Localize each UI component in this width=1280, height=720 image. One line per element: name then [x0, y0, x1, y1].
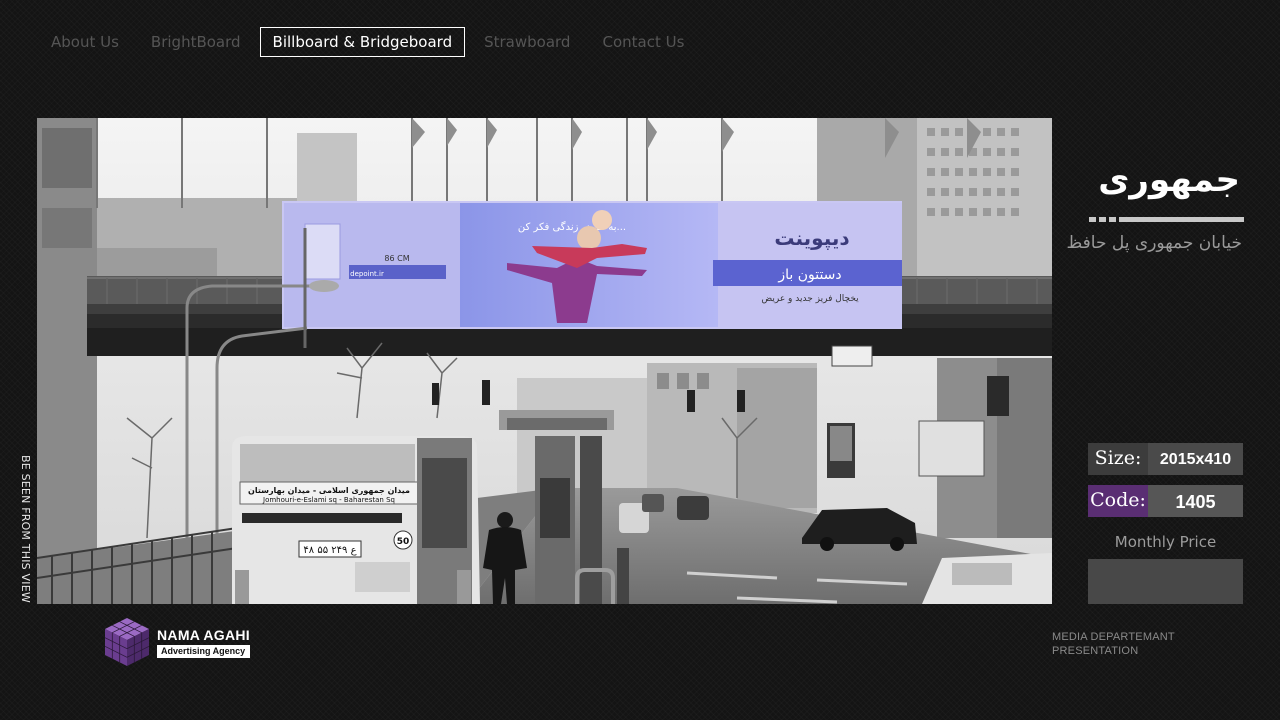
bus-sign-en: Jomhouri-e-Eslami sq - Baharestan Sq: [262, 496, 395, 504]
location-title: جمهوری: [1098, 160, 1240, 200]
footer-line-2: PRESENTATION: [1052, 645, 1139, 657]
view-caption: BE SEEN FROM THIS VIEW: [19, 455, 32, 603]
brand-logo: NAMA AGAHI Advertising Agency: [103, 616, 250, 668]
street-scene-image: 86 CM depoint.ir به عرض زندگی فکر کن... …: [37, 118, 1052, 604]
ad-brand-text: دیپوینت: [774, 226, 849, 251]
location-address: خیابان جمهوری پل حافظ: [1066, 233, 1242, 253]
bus-sign-fa: میدان جمهوری اسلامی - میدان بهارستان: [248, 486, 410, 495]
underline-bar: [1119, 217, 1244, 222]
ad-measure-text: 86 CM: [384, 254, 409, 263]
ad-tagline-text: یخچال فریز جدید و عریض: [761, 294, 859, 304]
bus-route-number: 50: [397, 537, 410, 547]
nav-about-us[interactable]: About Us: [38, 27, 132, 57]
underline-dash: [1099, 217, 1106, 222]
code-label: Code:: [1088, 485, 1148, 517]
monthly-price-value: [1088, 559, 1243, 604]
cube-logo-icon: [104, 618, 150, 666]
brand-tagline: Advertising Agency: [157, 644, 250, 658]
nav-strawboard[interactable]: Strawboard: [471, 27, 583, 57]
size-label: Size:: [1088, 443, 1148, 475]
underline-dash: [1089, 217, 1096, 222]
underline-dash: [1109, 217, 1116, 222]
bus-plate: ۴۸ ع ۲۴۹ ۵۵: [303, 545, 356, 556]
footer-note: MEDIA DEPARTEMANT PRESENTATION: [1052, 630, 1222, 658]
bus: میدان جمهوری اسلامی - میدان بهارستان Jom…: [232, 436, 480, 604]
nav-billboard-bridgeboard[interactable]: Billboard & Bridgeboard: [259, 27, 466, 57]
code-spec: Code: 1405: [1088, 485, 1243, 517]
footer-line-1: MEDIA DEPARTEMANT: [1052, 631, 1175, 643]
ad-slogan-text: دستتون باز: [777, 267, 841, 283]
main-nav: About Us BrightBoard Billboard & Bridgeb…: [38, 27, 697, 57]
size-value: 2015x410: [1148, 443, 1243, 475]
billboard-ad: 86 CM depoint.ir به عرض زندگی فکر کن... …: [282, 201, 902, 329]
size-spec: Size: 2015x410: [1088, 443, 1243, 475]
ad-site-text: depoint.ir: [350, 270, 384, 278]
nav-contact-us[interactable]: Contact Us: [589, 27, 697, 57]
brand-name: NAMA AGAHI: [157, 626, 250, 643]
title-underline: [1089, 217, 1244, 222]
code-value: 1405: [1148, 485, 1243, 517]
nav-brightboard[interactable]: BrightBoard: [138, 27, 254, 57]
monthly-price-label: Monthly Price: [1114, 533, 1217, 551]
billboard-photo: 86 CM depoint.ir به عرض زندگی فکر کن... …: [37, 118, 1052, 604]
